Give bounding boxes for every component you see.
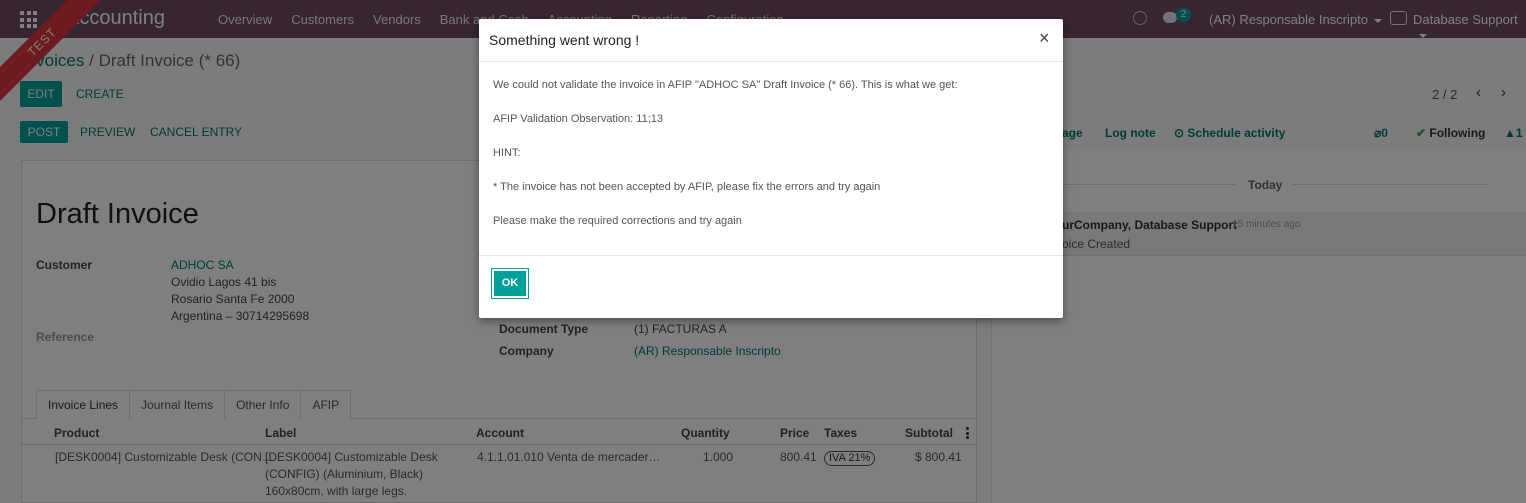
dialog-title: Something went wrong ! <box>489 32 640 48</box>
error-dialog: Something went wrong ! × We could not va… <box>479 19 1063 318</box>
ok-button[interactable]: OK <box>491 268 529 299</box>
dialog-header: Something went wrong ! × <box>479 19 1063 62</box>
error-message-line: We could not validate the invoice in AFI… <box>493 79 958 91</box>
correction-message: Please make the required corrections and… <box>493 215 742 227</box>
dialog-footer-divider <box>479 255 1063 256</box>
validation-observation: AFIP Validation Observation: 11;13 <box>493 113 663 125</box>
hint-text: * The invoice has not been accepted by A… <box>493 181 881 193</box>
close-icon[interactable]: × <box>1039 28 1050 49</box>
hint-label: HINT: <box>493 147 521 159</box>
